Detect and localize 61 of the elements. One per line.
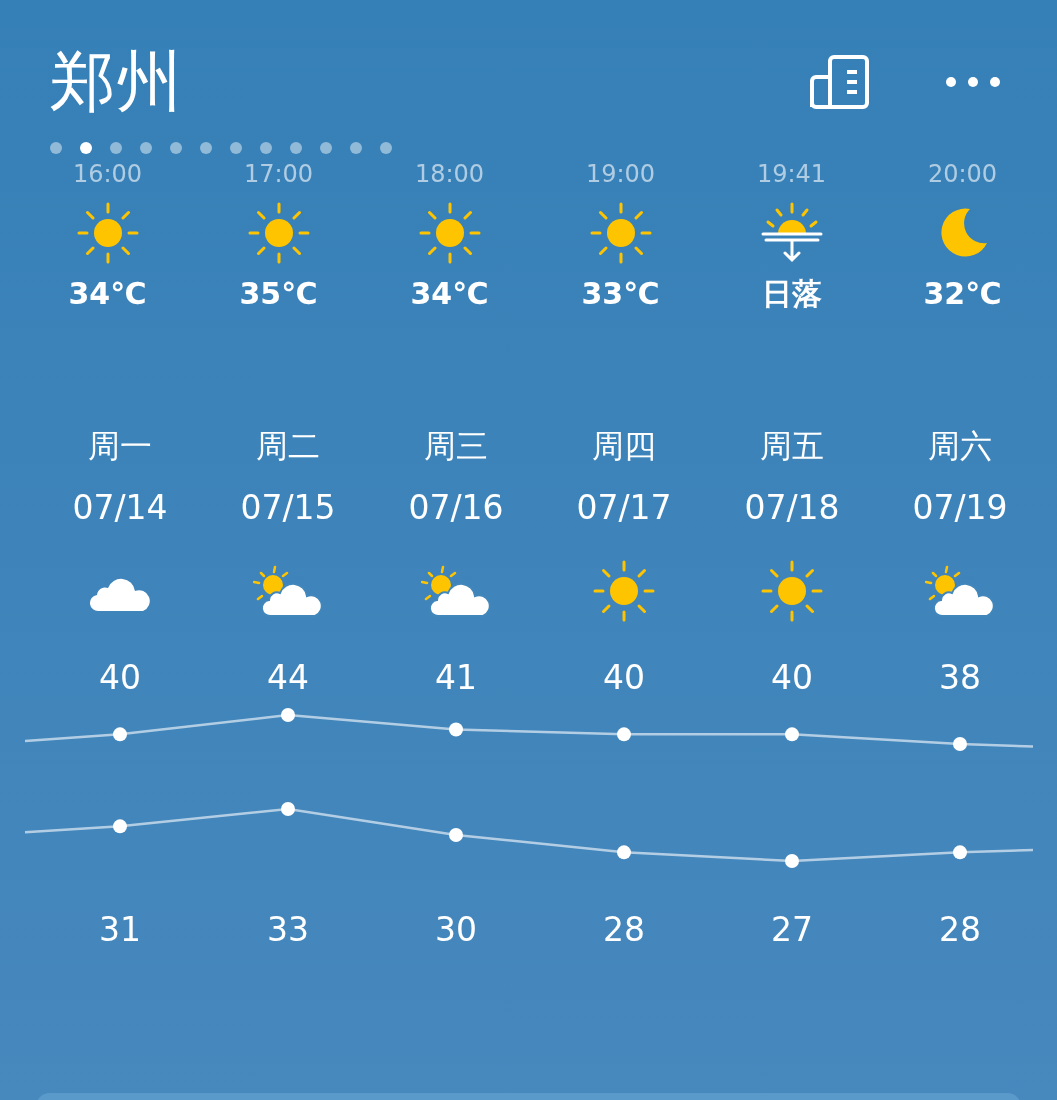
page-dot[interactable]	[140, 142, 152, 154]
sunset-icon	[759, 202, 824, 264]
partly-cloudy-icon	[421, 565, 491, 617]
date: 07/17	[576, 488, 672, 528]
hour-time: 20:00	[927, 159, 998, 190]
hour-time: 17:00	[243, 159, 314, 190]
low-temperature: 28	[603, 910, 645, 950]
date: 07/16	[408, 488, 504, 528]
partly-cloudy-icon	[253, 565, 323, 617]
page-dot[interactable]	[200, 142, 212, 154]
high-temperature: 41	[435, 658, 477, 698]
hour-temperature: 33℃	[581, 275, 660, 313]
low-temperature: 30	[435, 910, 477, 950]
weekday: 周三	[424, 426, 488, 466]
date: 07/14	[72, 488, 168, 528]
date: 07/18	[744, 488, 840, 528]
page-dot[interactable]	[110, 142, 122, 154]
page-dot[interactable]	[290, 142, 302, 154]
hour-temperature: 32℃	[923, 275, 1002, 313]
low-temperature: 28	[939, 910, 981, 950]
page-dot[interactable]	[50, 142, 62, 154]
page-dot[interactable]	[80, 142, 92, 154]
hour-time: 18:00	[414, 159, 485, 190]
high-temperature: 40	[603, 658, 645, 698]
high-temperature: 44	[267, 658, 309, 698]
hour-time: 16:00	[72, 159, 143, 190]
page-dot[interactable]	[260, 142, 272, 154]
page-dot[interactable]	[320, 142, 332, 154]
weekday: 周五	[760, 426, 824, 466]
sun-icon	[593, 560, 655, 622]
high-temperature: 38	[939, 658, 981, 698]
more-icon[interactable]	[945, 76, 1001, 88]
sun-icon	[761, 560, 823, 622]
low-temperature: 31	[99, 910, 141, 950]
high-temperature: 40	[99, 658, 141, 698]
hour-temperature: 日落	[761, 275, 822, 313]
date: 07/15	[240, 488, 336, 528]
hour-time: 19:41	[756, 159, 827, 190]
page-dot[interactable]	[380, 142, 392, 154]
hour-temperature: 34℃	[410, 275, 489, 313]
weekday: 周一	[88, 426, 152, 466]
partly-cloudy-icon	[925, 565, 995, 617]
city-title: 郑州	[50, 42, 182, 122]
sun-icon	[418, 202, 481, 264]
sun-icon	[76, 202, 139, 264]
page-dot[interactable]	[350, 142, 362, 154]
hour-temperature: 34℃	[68, 275, 147, 313]
high-temperature: 40	[771, 658, 813, 698]
page-dot[interactable]	[170, 142, 182, 154]
low-temperature: 33	[267, 910, 309, 950]
date: 07/19	[912, 488, 1008, 528]
hour-temperature: 35℃	[239, 275, 318, 313]
weekday: 周二	[256, 426, 320, 466]
weekday: 周四	[592, 426, 656, 466]
sun-icon	[247, 202, 310, 264]
sun-icon	[589, 202, 652, 264]
city-list-icon[interactable]	[809, 54, 871, 110]
low-temperature: 27	[771, 910, 813, 950]
page-dot[interactable]	[230, 142, 242, 154]
weekday: 周六	[928, 426, 992, 466]
hour-time: 19:00	[585, 159, 656, 190]
